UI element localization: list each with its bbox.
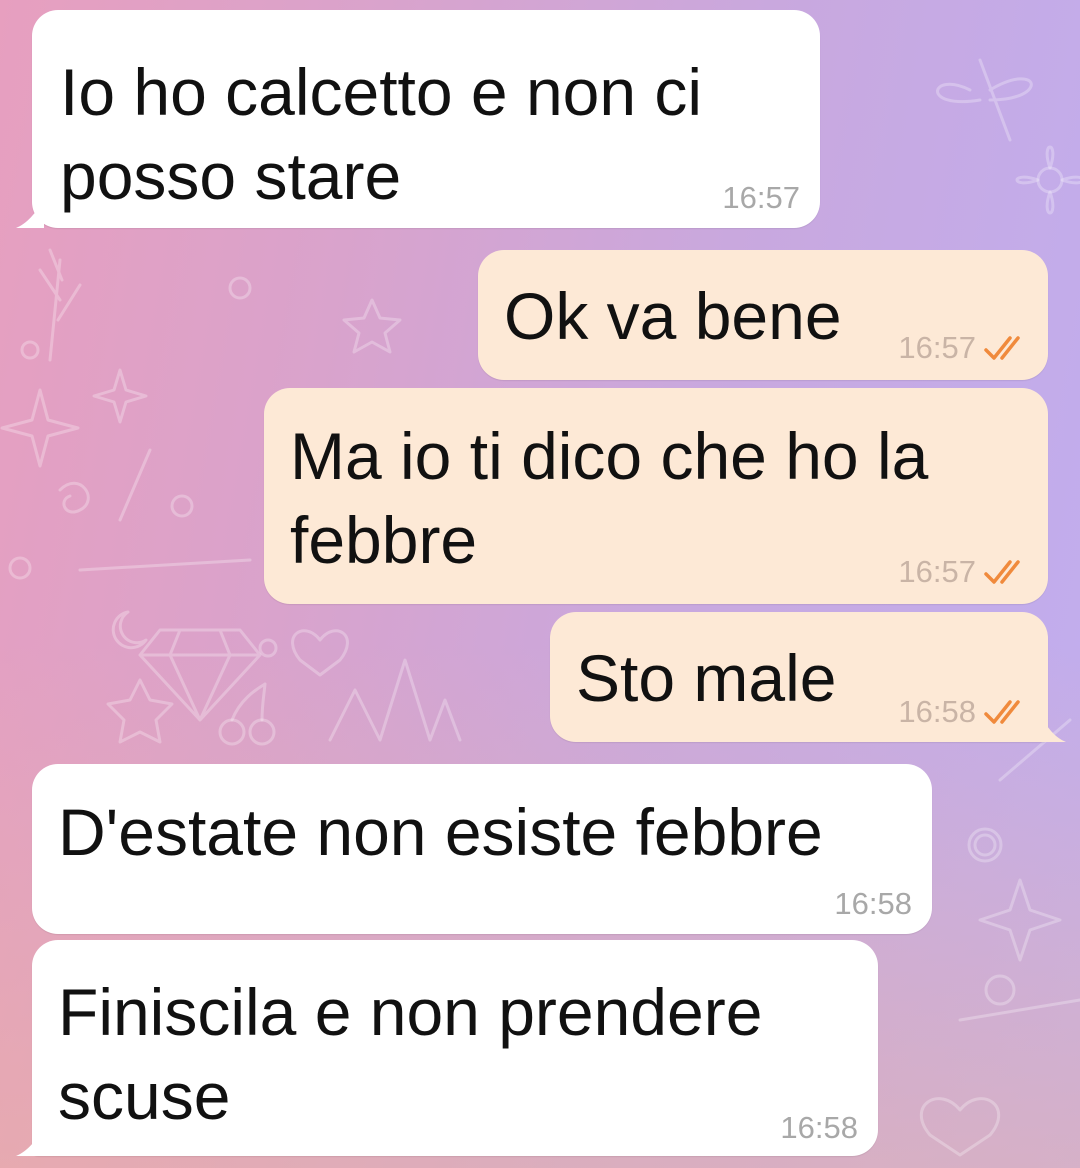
message-time: 16:58 — [898, 694, 976, 729]
message-bubble-incoming[interactable]: Io ho calcetto e non ci posso stare 16:5… — [32, 10, 820, 228]
double-check-icon — [984, 700, 1020, 724]
message-meta: 16:58 — [780, 1110, 858, 1146]
message-meta: 16:58 — [898, 694, 1030, 730]
bubble-tail — [16, 198, 44, 228]
message-meta: 16:57 — [722, 180, 800, 216]
message-meta: 16:57 — [898, 554, 1030, 590]
message-bubble-incoming[interactable]: D'estate non esiste febbre 16:58 — [32, 764, 932, 934]
message-bubble-incoming[interactable]: Finiscila e non prendere scuse 16:58 — [32, 940, 878, 1156]
message-meta: 16:57 — [898, 330, 1030, 366]
message-time: 16:57 — [898, 554, 976, 589]
bubble-tail — [16, 1126, 44, 1156]
double-check-icon — [984, 336, 1020, 360]
double-check-icon — [984, 560, 1020, 584]
message-bubble-outgoing[interactable]: Ma io ti dico che ho la febbre 16:57 — [264, 388, 1048, 604]
message-bubble-outgoing[interactable]: Sto male 16:58 — [550, 612, 1048, 742]
message-text: Io ho calcetto e non ci posso stare — [60, 55, 703, 213]
message-text: D'estate non esiste febbre — [58, 795, 823, 869]
message-time: 16:58 — [834, 886, 912, 921]
message-time: 16:57 — [722, 180, 800, 215]
message-text: Ma io ti dico che ho la febbre — [290, 419, 929, 577]
message-text: Sto male — [576, 641, 837, 715]
message-text: Ok va bene — [504, 279, 842, 353]
message-time: 16:57 — [898, 330, 976, 365]
message-time: 16:58 — [780, 1110, 858, 1145]
message-bubble-outgoing[interactable]: Ok va bene 16:57 — [478, 250, 1048, 380]
message-meta: 16:58 — [834, 886, 912, 922]
message-text: Finiscila e non prendere scuse — [58, 975, 763, 1133]
bubble-tail — [1040, 712, 1066, 742]
